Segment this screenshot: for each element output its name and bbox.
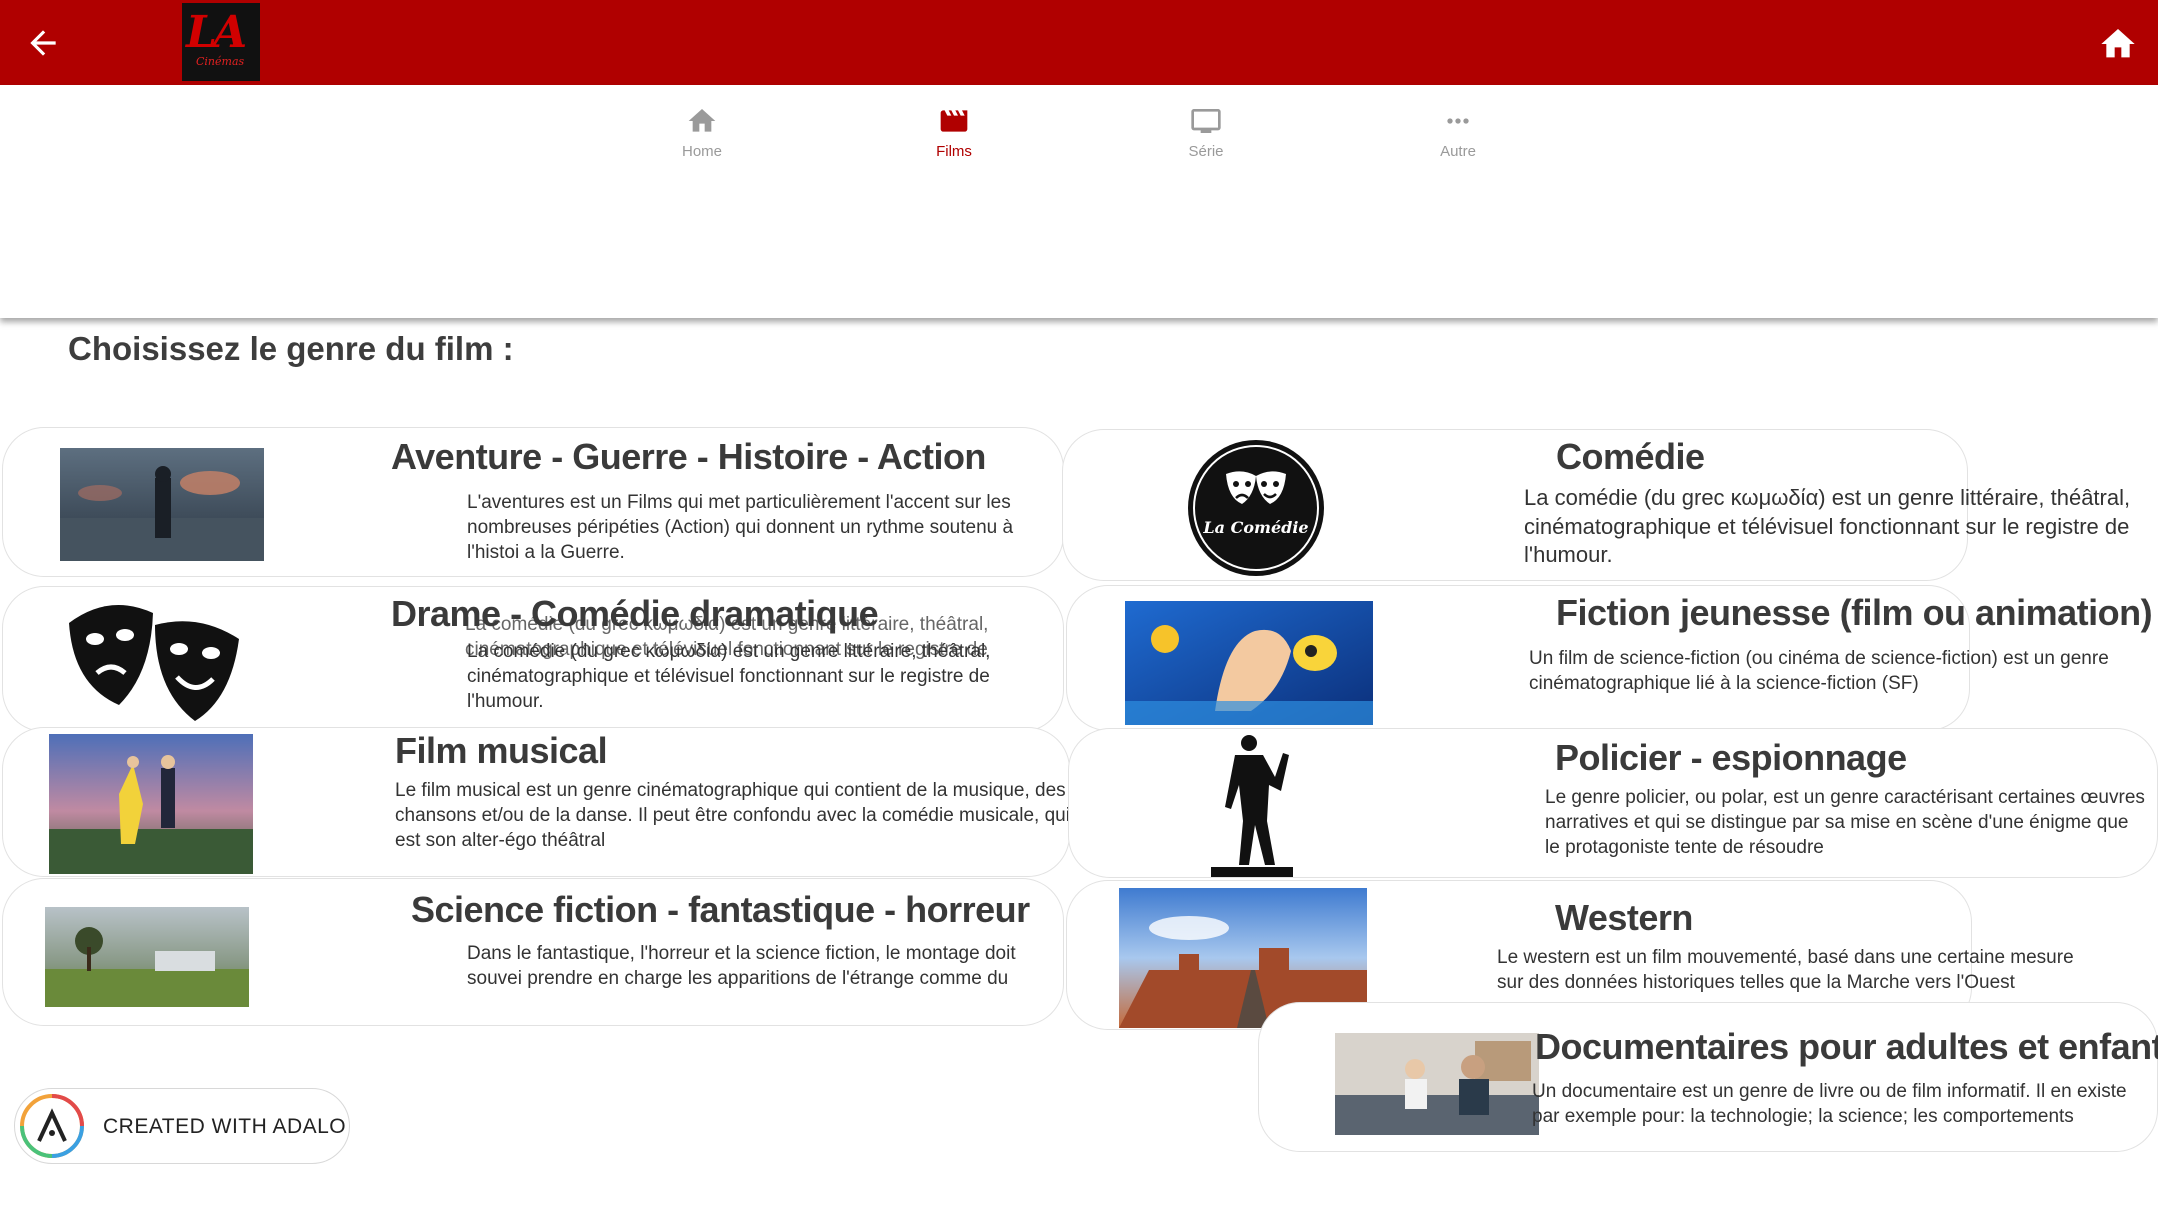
genre-title: Comédie [1556,436,1705,477]
tab-films[interactable]: Films [894,105,1014,160]
animation-movie-image [1125,601,1373,725]
home-icon [2101,29,2135,58]
arrow-left-icon [30,30,56,56]
tab-serie-label: Série [1188,143,1224,160]
tab-bar: Home Films Série Autre [0,85,2158,318]
adalo-badge-label: CREATED WITH ADALO [103,1115,347,1138]
genre-card-drame[interactable]: La comédie (du grec κωμωδία) est un genr… [2,586,1064,732]
genre-description: Un documentaire est un genre de livre ou… [1532,1081,2127,1127]
genre-description: Le western est un film mouvementé, basé … [1497,947,2074,993]
logo-text: LA [186,7,247,58]
genre-description: La comédie (du grec κωμωδία) est un genr… [467,641,991,712]
clapperboard-icon [940,110,968,132]
genre-title: Drame - Comédie dramatique [391,593,879,634]
spy-silhouette-image [1205,731,1299,879]
adalo-logo-icon [20,1094,84,1158]
home-button[interactable] [2098,24,2138,64]
genre-card-science-fiction[interactable]: Science fiction - fantastique - horreur … [2,878,1064,1026]
genre-description: Le genre policier, ou polar, est un genr… [1545,787,2145,858]
tab-home[interactable]: Home [642,105,762,160]
genre-title: Policier - espionnage [1555,737,1907,778]
genre-card-policier[interactable]: Policier - espionnage Le genre policier,… [1068,728,2158,878]
genre-card-fiction-jeunesse[interactable]: Fiction jeunesse (film ou animation) Un … [1066,585,2153,731]
genre-card-musical[interactable]: Film musical Le film musical est un genr… [2,727,1070,877]
app-header: LA Cinémas [0,0,2158,85]
genre-title: Documentaires pour adultes et enfants [1535,1026,2158,1067]
genre-title: Science fiction - fantastique - horreur [411,889,1030,930]
genre-card-comedie[interactable]: La Comédie Comédie La comédie (du grec κ… [1062,429,2130,581]
more-horizontal-icon [1447,118,1469,124]
genre-description: Un film de science-fiction (ou cinéma de… [1529,648,2109,694]
scifi-movie-image [45,907,249,1007]
page-title: Choisissez le genre du film : [68,330,514,367]
genre-card-documentaires[interactable]: Documentaires pour adultes et enfants Un… [1258,1002,2158,1152]
home-icon [688,109,716,132]
genre-description: Dans le fantastique, l'horreur et la sci… [467,943,1016,989]
genre-title: Aventure - Guerre - Histoire - Action [391,436,986,477]
back-button[interactable] [24,24,62,62]
tv-icon [1191,109,1221,133]
genre-card-aventure[interactable]: Aventure - Guerre - Histoire - Action L'… [2,427,1064,577]
comedy-badge-text: La Comédie [1203,518,1309,537]
tab-home-label: Home [681,143,722,160]
tab-films-label: Films [936,143,972,160]
comedy-masks-badge-image: La Comédie [1188,440,1324,576]
genre-description: La comédie (du grec κωμωδία) est un genr… [1524,485,2131,567]
tab-autre-label: Autre [1440,143,1476,160]
musical-movie-image [49,734,253,874]
tab-serie[interactable]: Série [1146,105,1266,160]
genre-description: L'aventures est un Films qui met particu… [467,492,1014,563]
war-movie-image [60,448,264,561]
tab-autre[interactable]: Autre [1398,105,1518,160]
genre-title: Western [1555,897,1693,938]
logo-subtext: Cinémas [196,55,245,68]
genre-description: Le film musical est un genre cinématogra… [395,780,1070,851]
app-logo: LA Cinémas [182,3,260,81]
created-with-adalo-badge[interactable]: CREATED WITH ADALO [14,1088,350,1164]
drama-masks-image [63,595,249,723]
documentary-family-image [1335,1033,1539,1135]
genre-title: Fiction jeunesse (film ou animation) [1556,592,2153,633]
genre-title: Film musical [395,730,608,771]
